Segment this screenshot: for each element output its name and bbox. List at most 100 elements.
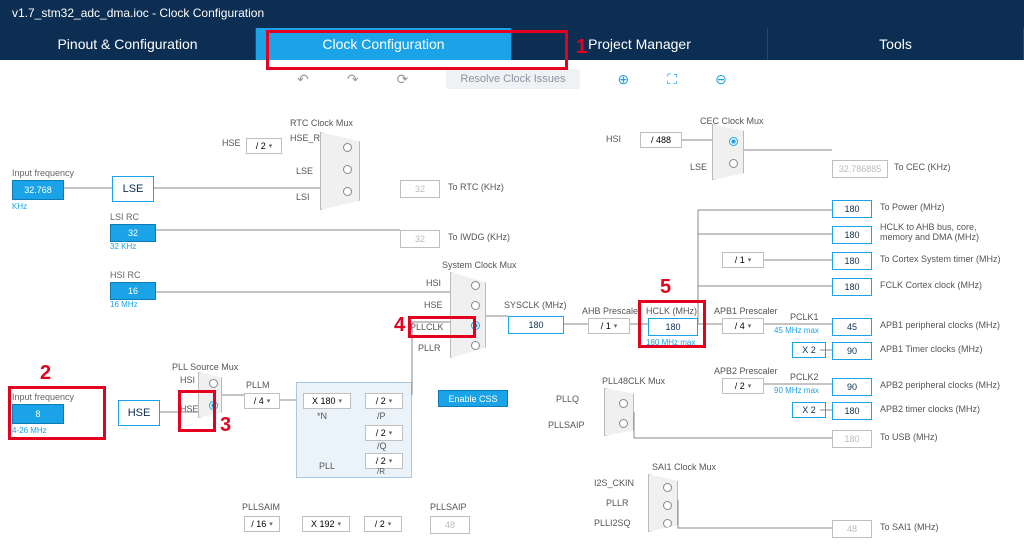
sai1-mux[interactable] (648, 474, 678, 532)
iwdg-out: 32 (400, 230, 440, 248)
cec-div[interactable]: / 488 (640, 132, 682, 148)
cec-hsi: HSI (606, 134, 621, 144)
out-apb1t: 90 (832, 342, 872, 360)
rtc-lsi-lbl: LSI (296, 192, 310, 202)
out-fclk-txt: FCLK Cortex clock (MHz) (880, 280, 982, 290)
hsi-val: 16 (110, 282, 156, 300)
ahb-lbl: AHB Prescaler (582, 306, 641, 316)
rtc-lse-lbl: LSE (296, 166, 313, 176)
mark-4-box (408, 316, 476, 338)
apb1-max: 45 MHz max (774, 326, 819, 335)
refresh-icon[interactable]: ⟳ (397, 71, 409, 88)
zoom-in-icon[interactable]: ⊕ (618, 71, 630, 88)
out-apb2p-txt: APB2 peripheral clocks (MHz) (880, 380, 1000, 390)
undo-icon[interactable]: ↶ (297, 71, 309, 88)
lsi-block: LSI RC 32 32 KHz (110, 212, 156, 251)
pllsain-select[interactable]: X 192▾ (302, 516, 350, 532)
pllq-lbl: /Q (377, 441, 387, 451)
title-bar: v1.7_stm32_adc_dma.ioc - Clock Configura… (0, 0, 1024, 26)
out-systick: 180 (832, 252, 872, 270)
lsi-val: 32 (110, 224, 156, 242)
mark-1-box (266, 30, 568, 70)
mark-2-box (8, 386, 106, 440)
sysclk-mux[interactable] (450, 272, 486, 358)
sai1-i2s: I2S_CKIN (594, 478, 634, 488)
sai1-pllr: PLLR (606, 498, 629, 508)
pllsrc-title: PLL Source Mux (172, 362, 238, 372)
cec-mux[interactable] (712, 124, 744, 180)
pllsrc-hsi: HSI (180, 375, 195, 385)
apb2-tim: X 2 (792, 402, 826, 418)
sysclk-val[interactable]: 180 (508, 316, 564, 334)
sysclk-pllr: PLLR (418, 343, 441, 353)
out-apb2t-txt: APB2 timer clocks (MHz) (880, 404, 980, 414)
mark-5: 5 (660, 276, 671, 299)
hse-name: HSE (118, 400, 160, 426)
enable-css-button[interactable]: Enable CSS (438, 390, 508, 407)
out-usb: 180 (832, 430, 872, 448)
mark-3-box (178, 390, 216, 432)
out-apb1p: 45 (832, 318, 872, 336)
resolve-clock-button[interactable]: Resolve Clock Issues (446, 69, 579, 89)
rtc-out-txt: To RTC (KHz) (448, 182, 504, 192)
lse-label: Input frequency (12, 168, 94, 178)
mark-5-box (638, 300, 706, 348)
apb1-select[interactable]: / 4▾ (722, 318, 764, 334)
window-title: v1.7_stm32_adc_dma.ioc - Clock Configura… (12, 6, 264, 20)
plln-lbl: *N (317, 411, 327, 421)
out-sai1-txt: To SAI1 (MHz) (880, 522, 939, 532)
rtc-mux[interactable] (320, 132, 360, 210)
clock-canvas[interactable]: ↶ ↷ ⟳ Resolve Clock Issues ⊕ ⛶ ⊖ Input f… (0, 60, 1024, 550)
pllsaip-out: 48 (430, 516, 470, 534)
sysclk-title: System Clock Mux (442, 260, 517, 270)
redo-icon[interactable]: ↷ (347, 71, 359, 88)
pclk1-lbl: PCLK1 (790, 312, 819, 322)
lse-unit: KHz (12, 202, 94, 211)
sysclk-hsi: HSI (426, 278, 441, 288)
out-apb1t-txt: APB1 Timer clocks (MHz) (880, 344, 983, 354)
out-apb2p: 90 (832, 378, 872, 396)
pll-name: PLL (319, 461, 335, 471)
zoom-out-icon[interactable]: ⊖ (715, 71, 727, 88)
out-fclk: 180 (832, 278, 872, 296)
sai1-title: SAI1 Clock Mux (652, 462, 716, 472)
tab-pinout[interactable]: Pinout & Configuration (0, 28, 256, 60)
cec-title: CEC Clock Mux (700, 116, 764, 126)
apb1-lbl: APB1 Prescaler (714, 306, 778, 316)
apb2-max: 90 MHz max (774, 386, 819, 395)
hsi-unit: 16 MHz (110, 300, 156, 309)
lse-name-box: LSE (112, 176, 154, 202)
pll48-mux[interactable] (604, 388, 634, 436)
lse-block: Input frequency 32.768 KHz (12, 168, 94, 211)
pllp-lbl: /P (377, 411, 386, 421)
ahb-select[interactable]: / 1▾ (588, 318, 630, 334)
rtc-hse-lbl: HSE (222, 138, 241, 148)
mark-3: 3 (220, 414, 231, 437)
pllsaim-select[interactable]: / 16▾ (244, 516, 280, 532)
out-power: 180 (832, 200, 872, 218)
out-power-txt: To Power (MHz) (880, 202, 945, 212)
rtc-hse-div[interactable]: / 2▾ (246, 138, 282, 154)
pllm-select[interactable]: / 4▾ (244, 393, 280, 409)
pclk2-lbl: PCLK2 (790, 372, 819, 382)
tab-tools[interactable]: Tools (768, 28, 1024, 60)
pllsaiq-select[interactable]: / 2▾ (364, 516, 402, 532)
pllq-select[interactable]: / 2▾ (365, 425, 403, 441)
lse-name: LSE (112, 176, 154, 202)
apb2-lbl: APB2 Prescaler (714, 366, 778, 376)
sai1-pllisq: PLLI2SQ (594, 518, 631, 528)
lsi-title: LSI RC (110, 212, 156, 222)
rtc-out: 32 (400, 180, 440, 198)
mark-2: 2 (40, 362, 51, 385)
pll48-q: PLLQ (556, 394, 579, 404)
lse-freq-input[interactable]: 32.768 (12, 180, 64, 200)
cortex-div[interactable]: / 1▾ (722, 252, 764, 268)
fullscreen-icon[interactable]: ⛶ (667, 71, 677, 88)
apb2-select[interactable]: / 2▾ (722, 378, 764, 394)
out-systick-txt: To Cortex System timer (MHz) (880, 254, 1001, 264)
pllsaip-lbl: PLLSAIP (430, 502, 467, 512)
plln-select[interactable]: X 180▾ (303, 393, 351, 409)
sysclk-hse: HSE (424, 300, 443, 310)
lsi-unit: 32 KHz (110, 242, 156, 251)
pllp-select[interactable]: / 2▾ (365, 393, 403, 409)
